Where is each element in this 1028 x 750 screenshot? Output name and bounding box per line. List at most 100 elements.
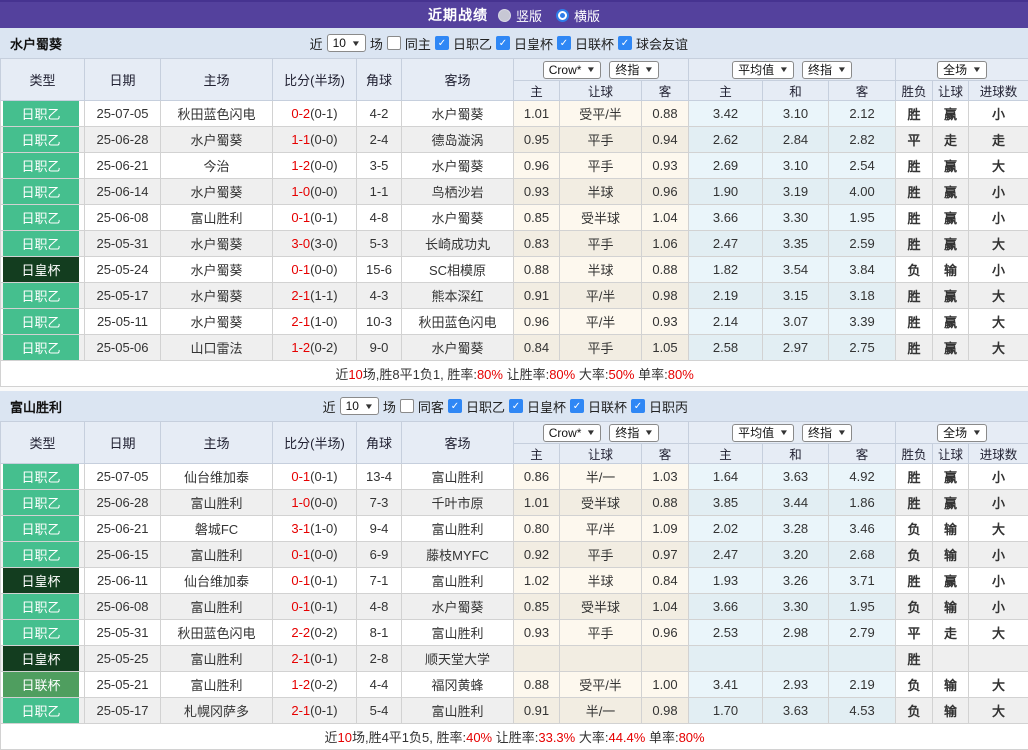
match-date: 25-06-21 <box>85 516 161 542</box>
result-goals: 小 <box>969 594 1028 620</box>
avg-away: 4.53 <box>829 698 896 724</box>
odds-away: 0.93 <box>642 153 689 179</box>
table-row: 日联杯25-05-21富山胜利1-2(0-2)4-4福冈黄蜂0.88受平/半1.… <box>1 672 1028 698</box>
halftime-score: (0-1) <box>310 651 337 666</box>
match-type-badge: 日职乙 <box>3 101 79 126</box>
league-checkbox[interactable]: ✓ <box>618 36 632 50</box>
bookmaker-select[interactable]: Crow*▼ <box>543 61 602 79</box>
fulltime-score: 2-1 <box>291 288 310 303</box>
score-halftime: 3-1(1-0) <box>273 516 357 542</box>
summary-stat: 50% <box>608 367 634 382</box>
match-type: 日职乙 <box>1 542 85 568</box>
league-checkbox[interactable]: ✓ <box>509 399 523 413</box>
corners: 8-1 <box>357 620 402 646</box>
match-date: 25-06-28 <box>85 127 161 153</box>
avg-away: 2.79 <box>829 620 896 646</box>
corners: 15-6 <box>357 257 402 283</box>
away-team: 富山胜利 <box>402 568 514 594</box>
fulltime-score: 0-2 <box>291 106 310 121</box>
avg-draw: 2.97 <box>763 335 829 361</box>
chevron-down-icon: ▼ <box>586 428 596 437</box>
league-checkbox[interactable]: ✓ <box>570 399 584 413</box>
fulltime-score: 1-2 <box>291 677 310 692</box>
match-type: 日职乙 <box>1 127 85 153</box>
match-date: 25-06-11 <box>85 568 161 594</box>
same-venue-checkbox[interactable] <box>400 399 414 413</box>
avg-home: 1.90 <box>689 179 763 205</box>
layout-radio-option[interactable]: 竖版 <box>498 6 542 25</box>
chevron-down-icon: ▼ <box>364 402 374 411</box>
avg-away <box>829 646 896 672</box>
summary-stat: 33.3% <box>538 730 575 745</box>
league-checkbox[interactable]: ✓ <box>448 399 462 413</box>
league-label: 日职乙 <box>453 34 492 53</box>
halftime-score: (0-1) <box>310 469 337 484</box>
scope-select[interactable]: 全场▼ <box>937 424 987 442</box>
match-type-badge: 日职乙 <box>3 594 79 619</box>
fulltime-score: 0-1 <box>291 469 310 484</box>
result-goals: 大 <box>969 153 1028 179</box>
odds-handicap: 受平/半 <box>560 101 642 127</box>
same-venue-checkbox[interactable] <box>387 36 401 50</box>
result-winloss: 胜 <box>896 309 933 335</box>
odds-time-select[interactable]: 终指▼ <box>609 61 659 79</box>
scope-select[interactable]: 全场▼ <box>937 61 987 79</box>
avg-draw <box>763 646 829 672</box>
recent-count-select[interactable]: 10▼ <box>340 397 379 415</box>
avg-away: 1.95 <box>829 205 896 231</box>
away-team: 水户蜀葵 <box>402 153 514 179</box>
avg-away: 3.18 <box>829 283 896 309</box>
away-team: 长崎成功丸 <box>402 231 514 257</box>
average-select[interactable]: 平均值▼ <box>732 424 794 442</box>
recent-count-select[interactable]: 10 ▼ <box>327 34 366 52</box>
odds-home: 0.88 <box>514 672 560 698</box>
odds-time-select[interactable]: 终指▼ <box>609 424 659 442</box>
odds-away: 1.04 <box>642 205 689 231</box>
score-halftime: 2-1(0-1) <box>273 698 357 724</box>
league-label: 日职乙 <box>466 397 505 416</box>
match-type: 日皇杯 <box>1 257 85 283</box>
odds-away: 0.96 <box>642 620 689 646</box>
odds-handicap: 受平/半 <box>560 672 642 698</box>
league-checkbox[interactable]: ✓ <box>496 36 510 50</box>
bookmaker-select[interactable]: Crow*▼ <box>543 424 602 442</box>
score-halftime: 0-1(0-0) <box>273 257 357 283</box>
corners: 4-8 <box>357 594 402 620</box>
score-halftime: 0-1(0-0) <box>273 542 357 568</box>
odds-away: 0.96 <box>642 179 689 205</box>
select-value: 10 <box>333 36 346 50</box>
match-type: 日职乙 <box>1 309 85 335</box>
match-type: 日职乙 <box>1 231 85 257</box>
result-handicap: 赢 <box>933 179 969 205</box>
avg-time-select[interactable]: 终指▼ <box>802 424 852 442</box>
fulltime-score: 1-0 <box>291 495 310 510</box>
match-type: 日联杯 <box>1 672 85 698</box>
result-handicap: 赢 <box>933 205 969 231</box>
match-type-badge: 日职乙 <box>3 464 79 489</box>
avg-away: 2.68 <box>829 542 896 568</box>
avg-draw: 2.93 <box>763 672 829 698</box>
col-away: 客场 <box>402 59 514 101</box>
match-date: 25-06-28 <box>85 490 161 516</box>
match-date: 25-05-11 <box>85 309 161 335</box>
summary-text: 近 <box>335 367 348 382</box>
match-type-badge: 日职乙 <box>3 490 79 515</box>
league-checkbox[interactable]: ✓ <box>557 36 571 50</box>
layout-radio-selected[interactable]: 横版 <box>556 6 600 25</box>
result-goals: 小 <box>969 257 1028 283</box>
average-select[interactable]: 平均值▼ <box>732 61 794 79</box>
match-date: 25-07-05 <box>85 101 161 127</box>
unit-label: 场 <box>383 397 396 416</box>
table-row: 日职乙25-06-15富山胜利0-1(0-0)6-9藤枝MYFC0.92平手0.… <box>1 542 1028 568</box>
score-halftime: 1-0(0-0) <box>273 179 357 205</box>
result-handicap: 输 <box>933 516 969 542</box>
home-team: 仙台维加泰 <box>161 568 273 594</box>
league-checkbox[interactable]: ✓ <box>631 399 645 413</box>
radio-label: 竖版 <box>516 6 542 25</box>
odds-handicap: 半/一 <box>560 464 642 490</box>
odds-home: 0.85 <box>514 594 560 620</box>
chevron-down-icon: ▼ <box>351 39 361 48</box>
score-halftime: 0-1(0-1) <box>273 205 357 231</box>
avg-time-select[interactable]: 终指▼ <box>802 61 852 79</box>
league-checkbox[interactable]: ✓ <box>435 36 449 50</box>
